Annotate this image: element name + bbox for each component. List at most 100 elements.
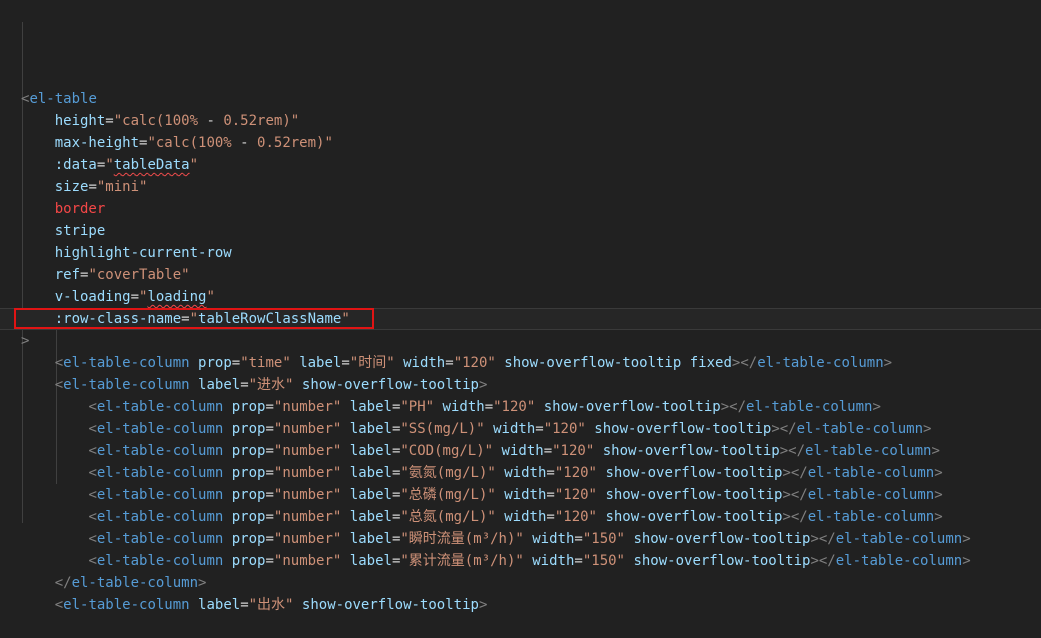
code-line-7[interactable]: stripe — [0, 220, 1041, 242]
code-token — [341, 487, 349, 503]
code-token: highlight-current-row — [55, 245, 232, 261]
code-editor[interactable]: <el-table height="calc(100% - 0.52rem)" … — [0, 0, 1041, 523]
code-token: label — [350, 553, 392, 569]
code-token: < — [88, 443, 96, 459]
code-token — [21, 311, 55, 327]
code-token — [434, 399, 442, 415]
code-token — [341, 443, 349, 459]
code-token: label — [198, 377, 240, 393]
code-token: > — [934, 487, 942, 503]
code-token: label — [350, 443, 392, 459]
code-token-misspelled: loading — [147, 289, 206, 305]
code-line-6[interactable]: border — [0, 198, 1041, 220]
code-token: > — [479, 377, 487, 393]
code-token: prop — [198, 355, 232, 371]
code-line-19[interactable]: <el-table-column prop="number" label="总磷… — [0, 484, 1041, 506]
code-line-15[interactable]: <el-table-column prop="number" label="PH… — [0, 396, 1041, 418]
code-token: = — [445, 355, 453, 371]
code-line-22[interactable]: <el-table-column prop="number" label="累计… — [0, 550, 1041, 572]
code-token: "coverTable" — [88, 267, 189, 283]
code-token — [485, 421, 493, 437]
code-line-16[interactable]: <el-table-column prop="number" label="SS… — [0, 418, 1041, 440]
code-token — [21, 553, 88, 569]
code-token: el-table-column — [63, 377, 189, 393]
code-token: width — [532, 531, 574, 547]
code-line-20[interactable]: <el-table-column prop="number" label="总氮… — [0, 506, 1041, 528]
code-token: = — [88, 179, 96, 195]
code-token — [21, 421, 88, 437]
code-token: width — [403, 355, 445, 371]
code-token: "120" — [555, 487, 597, 503]
code-line-9[interactable]: ref="coverTable" — [0, 264, 1041, 286]
code-line-3[interactable]: max-height="calc(100% - 0.52rem)" — [0, 132, 1041, 154]
code-token: "COD(mg/L)" — [400, 443, 493, 459]
code-line-13[interactable]: <el-table-column prop="time" label="时间" … — [0, 352, 1041, 374]
code-line-1[interactable]: <el-table — [0, 88, 1041, 110]
code-lines: <el-table height="calc(100% - 0.52rem)" … — [0, 88, 1041, 616]
code-token — [21, 575, 55, 591]
code-token: < — [88, 487, 96, 503]
code-token: "number" — [274, 443, 341, 459]
code-token — [293, 597, 301, 613]
code-token: "瞬时流量(m³/h)" — [400, 531, 523, 547]
code-line-17[interactable]: <el-table-column prop="number" label="CO… — [0, 440, 1041, 462]
code-token — [21, 267, 55, 283]
code-token: el-table-column — [63, 597, 189, 613]
code-token: prop — [232, 465, 266, 481]
code-token: "number" — [274, 421, 341, 437]
code-token: = — [546, 465, 554, 481]
code-line-5[interactable]: size="mini" — [0, 176, 1041, 198]
code-token: </ — [55, 575, 72, 591]
code-token: = — [105, 113, 113, 129]
code-line-4[interactable]: :data="tableData" — [0, 154, 1041, 176]
code-line-8[interactable]: highlight-current-row — [0, 242, 1041, 264]
code-token: el-table-column — [97, 553, 223, 569]
code-token — [625, 553, 633, 569]
code-token: label — [350, 399, 392, 415]
code-token — [21, 465, 88, 481]
code-token: show-overflow-tooltip — [544, 399, 721, 415]
code-token: < — [88, 531, 96, 547]
code-token: "number" — [274, 531, 341, 547]
code-token — [341, 399, 349, 415]
code-line-14[interactable]: <el-table-column label="进水" show-overflo… — [0, 374, 1041, 396]
code-token: = — [392, 531, 400, 547]
code-token: = — [265, 399, 273, 415]
code-token — [223, 465, 231, 481]
code-line-12[interactable]: > — [0, 330, 1041, 352]
code-token: > — [962, 531, 970, 547]
code-token — [190, 355, 198, 371]
code-token: el-table-column — [836, 531, 962, 547]
code-token — [496, 465, 504, 481]
code-line-10[interactable]: v-loading="loading" — [0, 286, 1041, 308]
code-line-23[interactable]: </el-table-column> — [0, 572, 1041, 594]
code-token — [535, 399, 543, 415]
code-token: el-table-column — [97, 487, 223, 503]
code-token: ></ — [810, 531, 835, 547]
code-token: < — [88, 465, 96, 481]
code-token — [190, 377, 198, 393]
code-token: "number" — [274, 553, 341, 569]
code-line-18[interactable]: <el-table-column prop="number" label="氨氮… — [0, 462, 1041, 484]
code-token: = — [535, 421, 543, 437]
code-token: "氨氮(mg/L)" — [400, 465, 495, 481]
code-token — [21, 289, 55, 305]
code-token: width — [532, 553, 574, 569]
code-token: label — [350, 531, 392, 547]
code-token — [341, 531, 349, 547]
code-token — [21, 377, 55, 393]
code-token: el-table-column — [97, 531, 223, 547]
code-line-2[interactable]: height="calc(100% - 0.52rem)" — [0, 110, 1041, 132]
code-token — [21, 179, 55, 195]
code-token — [223, 443, 231, 459]
code-token — [223, 421, 231, 437]
code-line-11[interactable]: :row-class-name="tableRowClassName" — [0, 308, 1041, 330]
code-token: = — [574, 553, 582, 569]
code-line-24[interactable]: <el-table-column label="出水" show-overflo… — [0, 594, 1041, 616]
code-token — [21, 355, 55, 371]
code-token: = — [485, 399, 493, 415]
code-token: el-table-column — [97, 465, 223, 481]
code-token — [21, 113, 55, 129]
code-line-21[interactable]: <el-table-column prop="number" label="瞬时… — [0, 528, 1041, 550]
code-token: el-table-column — [72, 575, 198, 591]
